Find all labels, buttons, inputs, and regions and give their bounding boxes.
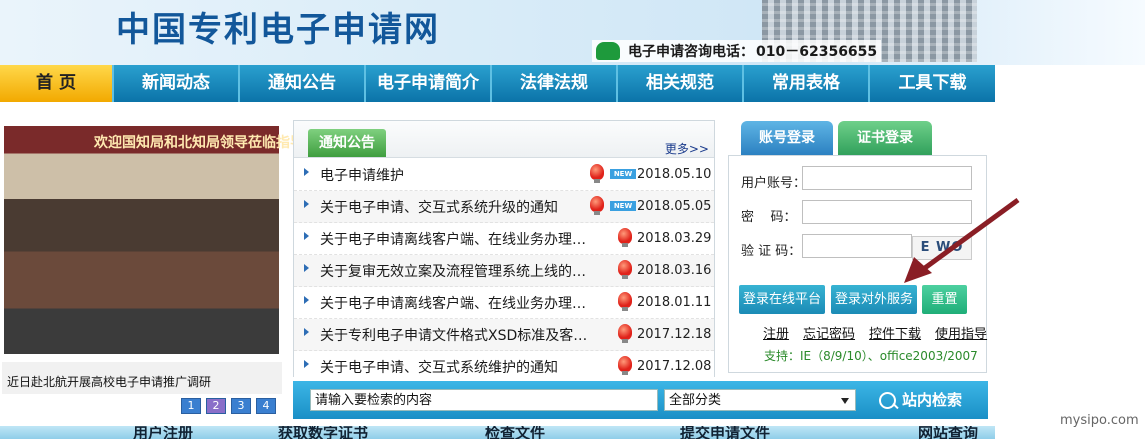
forgot-password-link[interactable]: 忘记密码 [803,323,855,342]
nav-laws[interactable]: 法律法规 [492,65,618,102]
slideshow-pager: 1 2 3 4 [181,398,276,414]
hotline-number: 010－62356655 [756,44,878,60]
chevron-down-icon [841,398,849,404]
bulb-icon [618,228,632,247]
list-item[interactable]: 关于电子申请离线客户端、在线业务办理… 2018.01.11 [294,287,714,319]
notice-title[interactable]: 关于电子申请离线客户端、在线业务办理… [320,293,600,313]
site-search-button[interactable]: 站内检索 [879,388,962,412]
bullet-icon [304,360,309,368]
bulb-icon [618,324,632,343]
quick-link-cert[interactable]: 获取数字证书 [278,426,368,439]
notice-tab[interactable]: 通知公告 [308,129,386,157]
notice-title[interactable]: 关于复审无效立案及流程管理系统上线的… [320,261,600,281]
bullet-icon [304,200,309,208]
notice-date: 2017.12.18 [637,327,712,342]
bulb-icon [590,196,604,215]
bullet-icon [304,264,309,272]
nav-home[interactable]: 首 页 [0,65,114,102]
site-search-label: 站内检索 [902,391,963,409]
bullet-icon [304,232,309,240]
notice-list: 电子申请维护 NEW 2018.05.10 关于电子申请、交互式系统升级的通知 … [294,159,714,383]
nav-downloads[interactable]: 工具下载 [870,65,995,102]
nav-specs[interactable]: 相关规范 [618,65,744,102]
captcha-label: 验 证 码： [741,244,802,259]
quick-link-register[interactable]: 用户注册 [133,426,193,439]
new-badge: NEW [610,169,636,179]
bulb-icon [618,292,632,311]
quick-link-submit[interactable]: 提交申请文件 [680,426,770,439]
search-input[interactable]: 请输入要检索的内容 [310,389,658,411]
password-label: 密 码： [741,210,797,225]
bulb-icon [618,356,632,375]
photo-caption[interactable]: 近日赴北航开展高校电子申请推广调研 [7,373,211,390]
login-online-button[interactable]: 登录在线平台 [739,285,825,314]
nav-news[interactable]: 新闻动态 [114,65,240,102]
username-label: 用户账号： [741,176,807,191]
notice-title[interactable]: 电子申请维护 [320,165,600,185]
notice-date: 2018.03.16 [637,263,712,278]
annotation-arrow-icon [904,197,1020,283]
notice-title[interactable]: 关于电子申请、交互式系统维护的通知 [320,357,600,377]
notice-date: 2018.03.29 [637,231,712,246]
notice-title[interactable]: 关于电子申请离线客户端、在线业务办理… [320,229,600,249]
bulb-icon [590,164,604,183]
register-link[interactable]: 注册 [763,323,789,342]
bullet-icon [304,328,309,336]
pager-2[interactable]: 2 [206,398,226,414]
username-field[interactable] [802,166,972,190]
notice-date: 2017.12.08 [637,359,712,374]
notice-title[interactable]: 关于专利电子申请文件格式XSD标准及客… [320,325,600,345]
nav-forms[interactable]: 常用表格 [744,65,870,102]
photo-banner: 欢迎国知局和北知局领导莅临指导 [94,135,304,151]
list-item[interactable]: 关于专利电子申请文件格式XSD标准及客… 2017.12.18 [294,319,714,351]
phone-icon [596,42,620,60]
quick-link-check[interactable]: 检查文件 [485,426,545,439]
bottom-quick-links: 用户注册 获取数字证书 检查文件 提交申请文件 网站查询 [0,426,995,439]
search-icon [879,391,896,409]
main-nav: 首 页 新闻动态 通知公告 电子申请简介 法律法规 相关规范 常用表格 工具下载 [0,65,995,102]
notice-title[interactable]: 关于电子申请、交互式系统升级的通知 [320,197,600,217]
pager-1[interactable]: 1 [181,398,201,414]
pager-3[interactable]: 3 [231,398,251,414]
slideshow-photo[interactable]: 欢迎国知局和北知局领导莅临指导 [4,126,304,354]
bulb-icon [618,260,632,279]
login-external-button[interactable]: 登录对外服务 [831,285,917,314]
user-guide-link[interactable]: 使用指导 [935,323,987,342]
list-item[interactable]: 电子申请维护 NEW 2018.05.10 [294,159,714,191]
captcha-field[interactable] [802,234,912,258]
list-item[interactable]: 关于复审无效立案及流程管理系统上线的… 2018.03.16 [294,255,714,287]
list-item[interactable]: 关于电子申请、交互式系统维护的通知 2017.12.08 [294,351,714,383]
nav-notices[interactable]: 通知公告 [240,65,366,102]
browser-support-text: 支持：IE（8/9/10）、office2003/2007 [764,349,978,363]
nav-intro[interactable]: 电子申请简介 [366,65,492,102]
login-links: 注册 忘记密码 控件下载 使用指导 [763,323,987,342]
hotline: 电子申请咨询电话： 010－62356655 [592,40,882,62]
bullet-icon [304,168,309,176]
more-link[interactable]: 更多>> [665,140,709,157]
new-badge: NEW [610,201,636,211]
notice-panel: 通知公告 更多>> 电子申请维护 NEW 2018.05.10 关于电子申请、交… [293,120,715,383]
notice-date: 2018.01.11 [637,295,712,310]
reset-button[interactable]: 重置 [922,285,967,314]
list-item[interactable]: 关于电子申请离线客户端、在线业务办理… 2018.03.29 [294,223,714,255]
watermark: mysipo.com [1060,413,1139,428]
site-title[interactable]: 中国专利电子申请网 [116,2,440,51]
category-select[interactable]: 全部分类 [664,389,856,411]
hotline-label: 电子申请咨询电话： [628,44,754,60]
bullet-icon [304,296,309,304]
notice-date: 2018.05.05 [637,199,712,214]
plugin-download-link[interactable]: 控件下载 [869,323,921,342]
header: 中国专利电子申请网 电子申请咨询电话： 010－62356655 [0,0,1145,65]
pager-4[interactable]: 4 [256,398,276,414]
tab-account-login[interactable]: 账号登录 [741,121,833,156]
category-select-value: 全部分类 [669,393,722,408]
notice-date: 2018.05.10 [637,167,712,182]
notice-header: 通知公告 更多>> [294,121,714,158]
tab-cert-login[interactable]: 证书登录 [838,121,932,156]
quick-link-query[interactable]: 网站查询 [918,426,978,439]
list-item[interactable]: 关于电子申请、交互式系统升级的通知 NEW 2018.05.05 [294,191,714,223]
